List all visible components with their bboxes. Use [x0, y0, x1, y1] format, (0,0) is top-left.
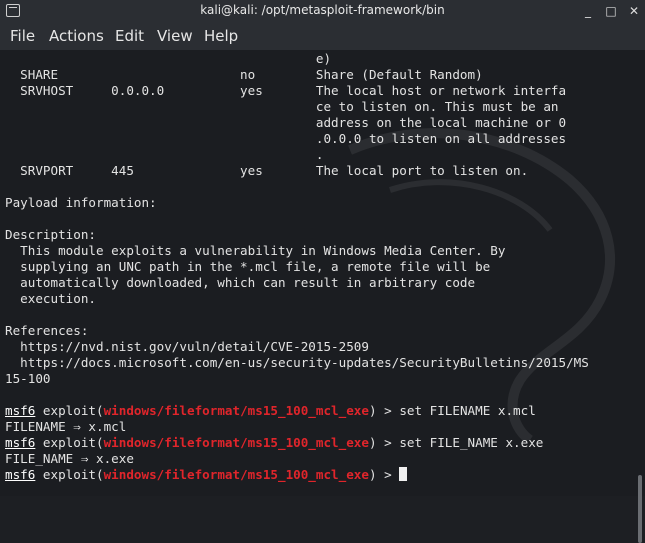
close-button[interactable]: ✕ [626, 3, 642, 19]
prompt-exploit: exploit( [35, 467, 104, 482]
prompt-msf: msf6 [5, 403, 36, 418]
menu-view[interactable]: View [157, 27, 193, 45]
menu-help[interactable]: Help [204, 27, 238, 45]
term-line: . [5, 147, 324, 162]
term-line: Payload information: [5, 195, 157, 210]
module-path: windows/fileformat/ms15_100_mcl_exe [103, 467, 369, 482]
menu-file[interactable]: File [10, 27, 35, 45]
title-bar: kali@kali: /opt/metasploit-framework/bin… [0, 0, 645, 22]
term-line: supplying an UNC path in the *.mcl file,… [5, 259, 491, 274]
prompt-msf: msf6 [5, 467, 36, 482]
term-line: execution. [5, 291, 96, 306]
maximize-button[interactable]: □ [603, 3, 619, 19]
minimize-button[interactable]: _ [580, 3, 596, 19]
prompt-end: ) > [368, 435, 400, 450]
term-line: References: [5, 323, 89, 338]
term-line: automatically downloaded, which can resu… [5, 275, 476, 290]
scrollbar[interactable] [638, 475, 642, 543]
prompt-exploit: exploit( [35, 403, 104, 418]
prompt-line: msf6 exploit(windows/fileformat/ms15_100… [5, 435, 543, 451]
menu-bar: File Actions Edit View Help [0, 22, 645, 50]
term-line: This module exploits a vulnerability in … [5, 243, 506, 258]
command-text: set FILENAME x.mcl [399, 403, 536, 418]
prompt-line[interactable]: msf6 exploit(windows/fileformat/ms15_100… [5, 467, 408, 483]
prompt-end: ) > [368, 403, 400, 418]
module-path: windows/fileformat/ms15_100_mcl_exe [103, 403, 369, 418]
prompt-end: ) > [368, 467, 400, 482]
window-title: kali@kali: /opt/metasploit-framework/bin [200, 3, 445, 17]
output-line: FILE_NAME ⇒ x.exe [5, 451, 134, 466]
terminal-area[interactable]: e) SHARE no Share (Default Random) SRVHO… [0, 50, 645, 543]
term-line: Description: [5, 227, 96, 242]
menu-actions[interactable]: Actions [49, 27, 104, 45]
command-text: set FILE_NAME x.exe [399, 435, 544, 450]
term-line: https://nvd.nist.gov/vuln/detail/CVE-201… [5, 339, 369, 354]
term-line: SRVPORT 445 yes The local port to listen… [5, 163, 529, 178]
module-path: windows/fileformat/ms15_100_mcl_exe [103, 435, 369, 450]
term-line: address on the local machine or 0 [5, 115, 567, 130]
term-line: e) [5, 51, 332, 66]
term-line: SHARE no Share (Default Random) [5, 67, 483, 82]
menu-edit[interactable]: Edit [115, 27, 144, 45]
prompt-msf: msf6 [5, 435, 36, 450]
term-line: SRVHOST 0.0.0.0 yes The local host or ne… [5, 83, 567, 98]
term-line: ce to listen on. This must be an [5, 99, 559, 114]
term-line: .0.0.0 to listen on all addresses [5, 131, 567, 146]
term-line: 15-100 [5, 371, 51, 386]
text-cursor [399, 467, 408, 481]
output-line: FILENAME ⇒ x.mcl [5, 419, 127, 434]
prompt-line: msf6 exploit(windows/fileformat/ms15_100… [5, 403, 536, 419]
prompt-exploit: exploit( [35, 435, 104, 450]
term-line: https://docs.microsoft.com/en-us/securit… [5, 355, 589, 370]
